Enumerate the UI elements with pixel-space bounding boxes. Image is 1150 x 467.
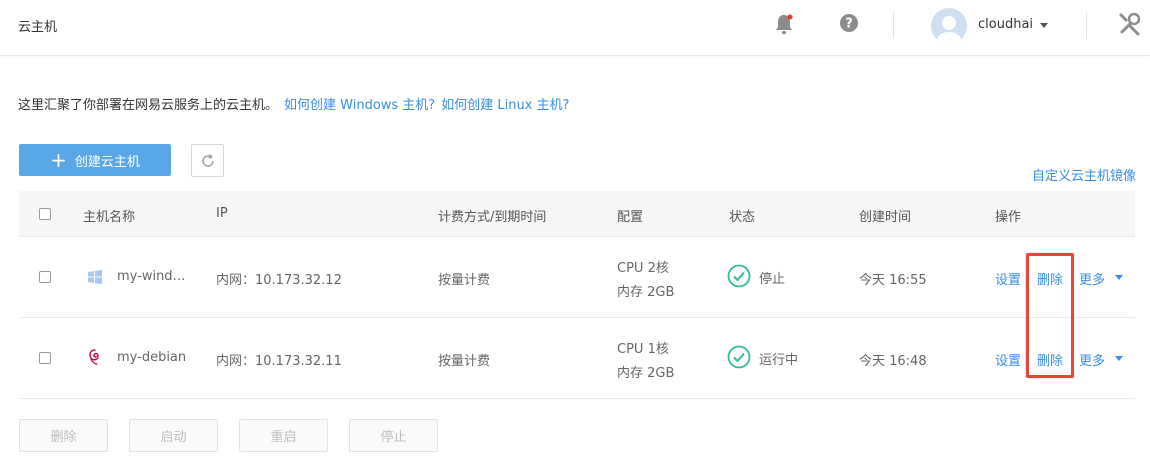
avatar[interactable] [931, 8, 967, 44]
status-check-icon [727, 345, 751, 369]
header-actions: 操作 [995, 210, 1022, 225]
instance-name-link[interactable]: my-debian [117, 350, 186, 365]
header-name: 主机名称 [83, 210, 136, 225]
debian-icon [89, 349, 99, 365]
instance-memory: 内存 2GB [617, 285, 675, 300]
user-avatar-icon [931, 8, 967, 44]
page-title: 云主机 [18, 20, 58, 35]
instance-ip: 内网：10.173.32.11 [216, 354, 342, 369]
instance-name-link[interactable]: my-wind… [117, 269, 186, 284]
refresh-button[interactable] [191, 144, 224, 177]
header-status: 状态 [729, 210, 756, 225]
bulk-restart-button[interactable]: 重启 [239, 419, 328, 452]
settings-link[interactable]: 设置 [995, 350, 1021, 369]
plus-icon: + [50, 148, 67, 172]
intro-line: 这里汇聚了你部署在网易云服务上的云主机。 如何创建 Windows 主机? 如何创建… [18, 94, 569, 113]
instance-cpu: CPU 2核 [617, 261, 669, 276]
chevron-down-icon[interactable] [1115, 356, 1123, 361]
settings-link[interactable]: 设置 [995, 269, 1021, 288]
header-billing: 计费方式/到期时间 [438, 210, 547, 225]
instance-ip: 内网：10.173.32.12 [216, 273, 342, 288]
username[interactable]: cloudhai [978, 17, 1033, 32]
header-config: 配置 [617, 210, 644, 225]
header-created: 创建时间 [859, 210, 912, 225]
instance-billing: 按量计费 [438, 354, 491, 369]
table-header: 主机名称 IP 计费方式/到期时间 配置 状态 创建时间 操作 [19, 191, 1135, 237]
create-instance-button[interactable]: + 创建云主机 [19, 144, 171, 176]
tools-icon[interactable] [1118, 12, 1142, 36]
user-menu-caret-icon[interactable] [1040, 23, 1048, 28]
top-bar: 云主机 ? cloudhai [0, 0, 1150, 56]
delete-highlight-box [1026, 253, 1074, 378]
status-check-icon [727, 264, 751, 288]
more-menu-link[interactable]: 更多 [1079, 350, 1105, 369]
instances-table: 主机名称 IP 计费方式/到期时间 配置 状态 创建时间 操作 my-wind…… [19, 191, 1135, 399]
more-menu-link[interactable]: 更多 [1079, 269, 1105, 288]
divider [1086, 12, 1087, 38]
instance-created-time: 今天 16:55 [859, 273, 927, 288]
custom-image-link[interactable]: 自定义云主机镜像 [1032, 165, 1136, 184]
intro-text: 这里汇聚了你部署在网易云服务上的云主机。 [18, 98, 279, 113]
instance-created-time: 今天 16:48 [859, 354, 927, 369]
refresh-icon [201, 153, 214, 167]
bulk-delete-button[interactable]: 删除 [19, 419, 108, 452]
bulk-start-button[interactable]: 启动 [129, 419, 218, 452]
chevron-down-icon[interactable] [1115, 275, 1123, 280]
row-checkbox[interactable] [39, 271, 51, 283]
help-icon[interactable]: ? [839, 13, 859, 33]
header-ip: IP [216, 206, 228, 221]
instance-cpu: CPU 1核 [617, 342, 669, 357]
divider [893, 12, 894, 38]
instance-billing: 按量计费 [438, 273, 491, 288]
how-to-create-windows-link[interactable]: 如何创建 Windows 主机? [284, 98, 435, 113]
table-row: my-debian 内网：10.173.32.11 按量计费 CPU 1核 内存… [19, 318, 1135, 399]
windows-icon [88, 270, 102, 284]
notification-bell-icon[interactable] [774, 13, 794, 35]
row-checkbox[interactable] [39, 352, 51, 364]
create-instance-label: 创建云主机 [74, 154, 140, 170]
instance-status: 停止 [759, 272, 786, 287]
select-all-checkbox[interactable] [39, 208, 51, 220]
how-to-create-linux-link[interactable]: 如何创建 Linux 主机? [441, 98, 569, 113]
instance-status: 运行中 [759, 353, 799, 368]
instance-memory: 内存 2GB [617, 366, 675, 381]
bulk-stop-button[interactable]: 停止 [349, 419, 438, 452]
svg-text:?: ? [845, 17, 853, 32]
table-row: my-wind… 内网：10.173.32.12 按量计费 CPU 2核 内存 … [19, 237, 1135, 318]
